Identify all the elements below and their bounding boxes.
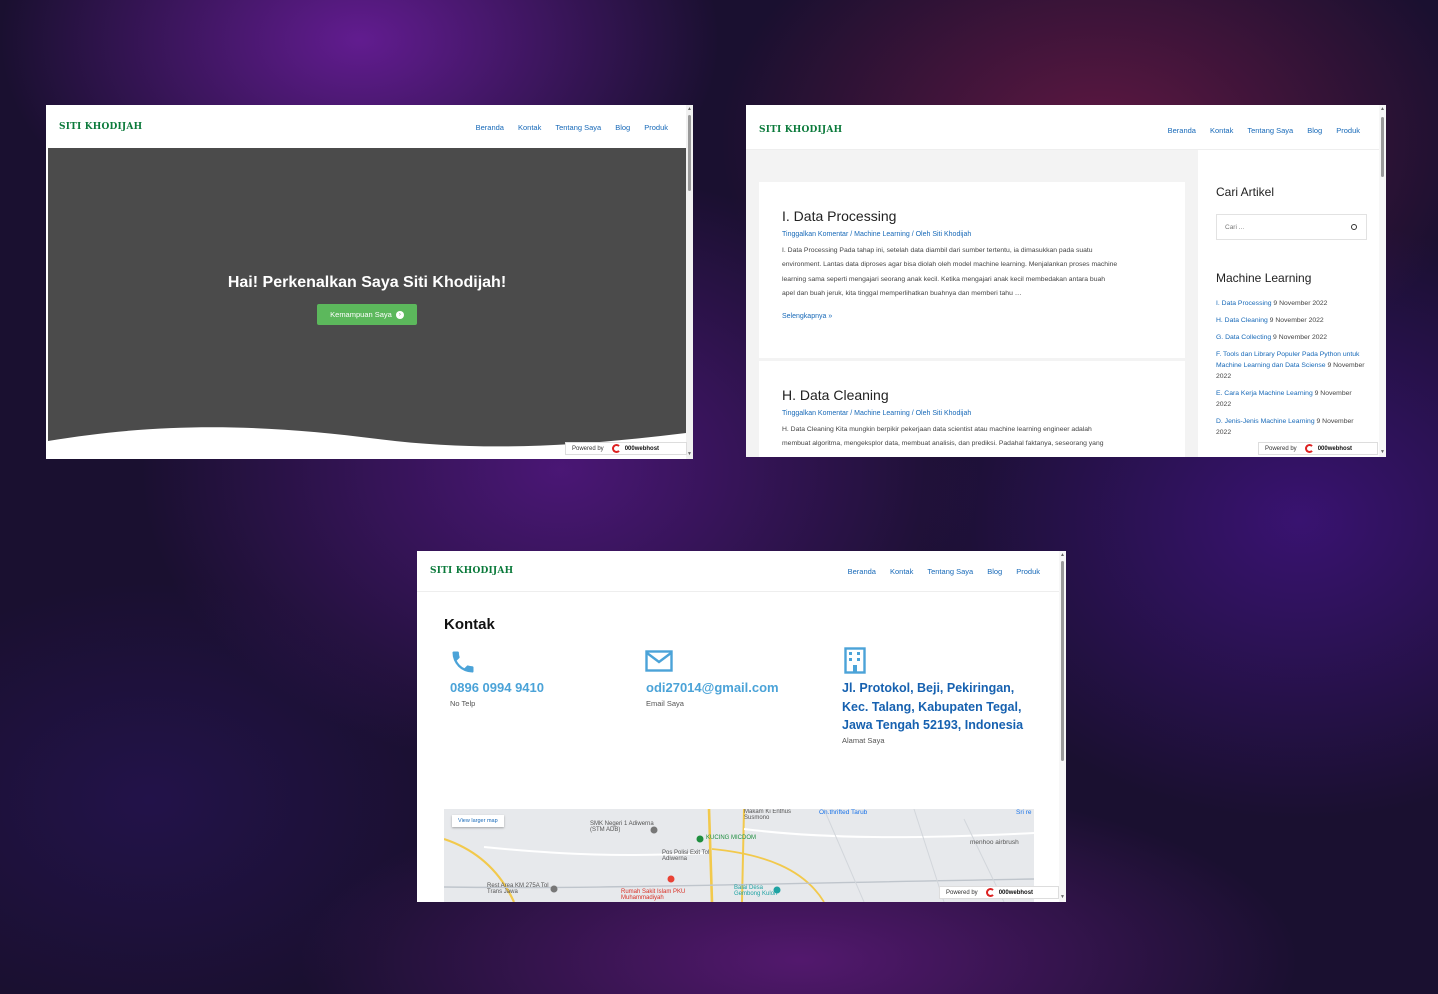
post-title[interactable]: I. Data Processing	[782, 208, 1163, 224]
phone-label: No Telp	[450, 699, 476, 708]
email-address[interactable]: odi27014@gmail.com	[646, 680, 779, 695]
powered-by-label: Powered by	[946, 889, 978, 896]
webhost-logo-icon	[985, 888, 995, 897]
powered-by-badge[interactable]: Powered by 000webhost	[565, 442, 687, 455]
phone-icon	[452, 651, 474, 673]
read-more-link[interactable]: Selengkapnya »	[782, 313, 1163, 320]
powered-by-badge[interactable]: Powered by 000webhost	[939, 886, 1059, 899]
skills-button[interactable]: Kemampuan Saya ›	[317, 304, 417, 325]
nav-produk[interactable]: Produk	[1016, 567, 1040, 576]
map-label: menhoo airbrush	[970, 839, 1019, 846]
map-label: KUCING MICDOM	[706, 835, 756, 841]
map-label: SMK Negeri 1 Adiwerna (STM ADB)	[590, 821, 654, 833]
main-nav: Beranda Kontak Tentang Saya Blog Produk	[462, 123, 668, 132]
nav-tentang-saya[interactable]: Tentang Saya	[1247, 126, 1293, 135]
post-title[interactable]: H. Data Cleaning	[782, 387, 1163, 403]
nav-beranda[interactable]: Beranda	[476, 123, 504, 132]
view-larger-map-button[interactable]: View larger map	[452, 815, 504, 827]
post-excerpt: I. Data Processing Pada tahap ini, setel…	[782, 247, 1118, 297]
page-title: Kontak	[444, 616, 495, 633]
site-header: SITI KHODIJAH Beranda Kontak Tentang Say…	[46, 105, 693, 148]
webhost-logo-icon	[1304, 444, 1314, 453]
list-item: H. Data Cleaning 9 November 2022	[1216, 317, 1324, 324]
list-item: E. Cara Kerja Machine Learning 9 Novembe…	[1216, 390, 1352, 408]
site-header: SITI KHODIJAH Beranda Kontak Tentang Say…	[746, 105, 1386, 150]
search-icon[interactable]	[1351, 224, 1357, 230]
post-meta[interactable]: Tinggalkan Komentar / Machine Learning /…	[782, 410, 1163, 417]
powered-by-brand: 000webhost	[624, 445, 660, 452]
webhost-logo-icon	[611, 444, 621, 453]
list-item: I. Data Processing 9 November 2022	[1216, 300, 1328, 307]
search-title: Cari Artikel	[1216, 185, 1275, 199]
site-logo[interactable]: SITI KHODIJAH	[759, 125, 842, 135]
hero-headline: Hai! Perkenalkan Saya Siti Khodijah!	[227, 274, 507, 291]
blog-window: SITI KHODIJAH Beranda Kontak Tentang Say…	[746, 105, 1386, 457]
scrollbar[interactable]: ▲ ▼	[1379, 105, 1386, 457]
contact-window: SITI KHODIJAH Beranda Kontak Tentang Say…	[417, 551, 1066, 902]
nav-blog[interactable]: Blog	[615, 123, 630, 132]
nav-blog[interactable]: Blog	[1307, 126, 1322, 135]
home-window: SITI KHODIJAH Beranda Kontak Tentang Say…	[46, 105, 693, 459]
scrollbar[interactable]: ▲ ▼	[1059, 551, 1066, 902]
category-title: Machine Learning	[1216, 271, 1312, 285]
powered-by-label: Powered by	[1265, 445, 1297, 452]
site-header: SITI KHODIJAH Beranda Kontak Tentang Say…	[417, 551, 1066, 592]
skills-button-label: Kemampuan Saya	[330, 310, 392, 319]
recent-posts-list: I. Data Processing 9 November 2022 H. Da…	[1216, 298, 1368, 438]
nav-kontak[interactable]: Kontak	[518, 123, 541, 132]
site-logo[interactable]: SITI KHODIJAH	[59, 122, 142, 132]
nav-kontak[interactable]: Kontak	[890, 567, 913, 576]
phone-number[interactable]: 0896 0994 9410	[450, 680, 544, 695]
blog-sidebar: Cari Artikel Cari ... Machine Learning I…	[1198, 150, 1379, 457]
map-label: Rumah Sakit Islam PKU Muhammadiyah	[621, 889, 686, 901]
post-card: H. Data Cleaning Tinggalkan Komentar / M…	[759, 361, 1185, 457]
map-label: Rest Area KM 275A Tol Trans Jawa	[487, 883, 549, 895]
nav-beranda[interactable]: Beranda	[848, 567, 876, 576]
map-label: Balai Desa Gembong Kulon	[734, 885, 778, 897]
email-label: Email Saya	[646, 699, 684, 708]
scrollbar[interactable]: ▲ ▼	[686, 105, 693, 459]
envelope-icon	[645, 650, 673, 672]
powered-by-badge[interactable]: Powered by 000webhost	[1258, 442, 1378, 455]
map-label: Pos Polisi Exit Tol Adiwerna	[662, 850, 710, 862]
nav-produk[interactable]: Produk	[1336, 126, 1360, 135]
arrow-circle-icon: ›	[395, 310, 404, 319]
map-label: Makam Ki Enthus Susmono	[744, 809, 792, 821]
nav-kontak[interactable]: Kontak	[1210, 126, 1233, 135]
list-item: D. Jenis-Jenis Machine Learning 9 Novemb…	[1216, 418, 1354, 436]
map-label: Sri re	[1016, 809, 1032, 816]
powered-by-label: Powered by	[572, 445, 604, 452]
nav-produk[interactable]: Produk	[644, 123, 668, 132]
nav-blog[interactable]: Blog	[987, 567, 1002, 576]
powered-by-brand: 000webhost	[998, 889, 1034, 896]
nav-beranda[interactable]: Beranda	[1168, 126, 1196, 135]
post-card: I. Data Processing Tinggalkan Komentar /…	[759, 182, 1185, 358]
address-label: Alamat Saya	[842, 736, 885, 745]
main-nav: Beranda Kontak Tentang Saya Blog Produk	[1154, 126, 1360, 135]
hero-section: Hai! Perkenalkan Saya Siti Khodijah! Kem…	[48, 148, 686, 459]
site-logo[interactable]: SITI KHODIJAH	[430, 566, 513, 576]
search-placeholder: Cari ...	[1225, 224, 1245, 231]
map-label: On.thrifted Tarub	[819, 809, 868, 816]
list-item: F. Tools dan Library Populer Pada Python…	[1216, 351, 1365, 380]
main-nav: Beranda Kontak Tentang Saya Blog Produk	[834, 567, 1040, 576]
building-icon	[844, 647, 866, 674]
nav-tentang-saya[interactable]: Tentang Saya	[927, 567, 973, 576]
nav-tentang-saya[interactable]: Tentang Saya	[555, 123, 601, 132]
search-input[interactable]: Cari ...	[1216, 214, 1367, 240]
post-meta[interactable]: Tinggalkan Komentar / Machine Learning /…	[782, 231, 1163, 238]
post-excerpt: H. Data Cleaning Kita mungkin berpikir p…	[782, 426, 1104, 448]
list-item: G. Data Collecting 9 November 2022	[1216, 334, 1328, 341]
powered-by-brand: 000webhost	[1317, 445, 1353, 452]
address-text[interactable]: Jl. Protokol, Beji, Pekiringan, Kec. Tal…	[842, 679, 1037, 735]
